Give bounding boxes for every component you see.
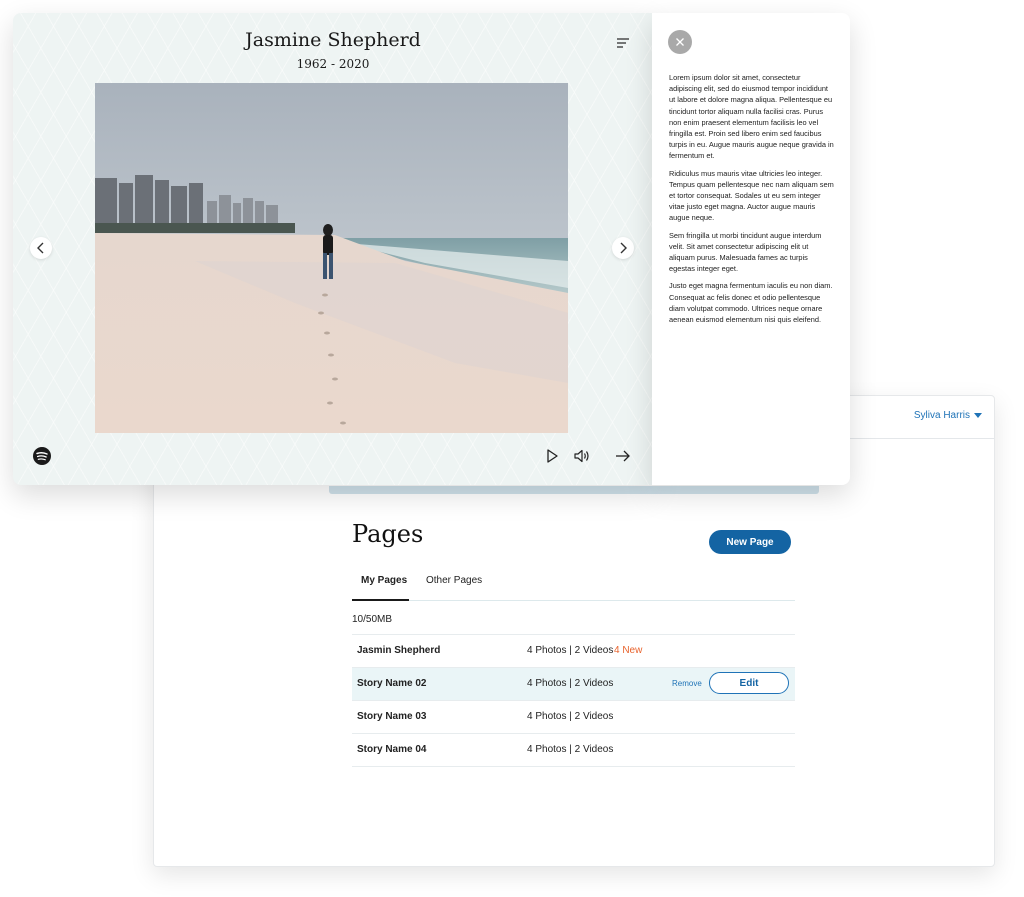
pages-tabs: My Pages Other Pages bbox=[352, 566, 795, 601]
volume-icon[interactable] bbox=[571, 445, 593, 467]
menu-icon[interactable] bbox=[613, 33, 633, 53]
list-item[interactable]: Story Name 03 4 Photos | 2 Videos bbox=[352, 700, 795, 733]
story-text: Lorem ipsum dolor sit amet, consectetur … bbox=[669, 72, 835, 331]
page-title: Pages bbox=[352, 520, 424, 548]
page-name: Story Name 04 bbox=[357, 744, 427, 755]
memorial-name: Jasmine Shepherd bbox=[245, 29, 421, 51]
close-icon[interactable] bbox=[668, 30, 692, 54]
story-info-panel: Lorem ipsum dolor sit amet, consectetur … bbox=[652, 13, 850, 485]
spotify-icon[interactable] bbox=[31, 445, 53, 467]
memorial-dates: 1962 - 2020 bbox=[296, 57, 370, 71]
user-name: Syliva Harris bbox=[913, 410, 970, 421]
play-icon[interactable] bbox=[541, 445, 563, 467]
banner-strip bbox=[329, 486, 819, 494]
list-item[interactable]: Jasmin Shepherd 4 Photos | 2 Videos 4 Ne… bbox=[352, 634, 795, 667]
chevron-left-icon[interactable] bbox=[30, 237, 52, 259]
story-paragraph: Sem fringilla ut morbi tincidunt augue i… bbox=[669, 230, 822, 274]
tab-other-pages[interactable]: Other Pages bbox=[426, 575, 482, 586]
page-media-count: 4 Photos | 2 Videos bbox=[527, 645, 614, 656]
story-paragraph: Ridiculus mus mauris vitae ultricies leo… bbox=[669, 168, 834, 223]
remove-link[interactable]: Remove bbox=[672, 679, 702, 688]
page-name: Story Name 03 bbox=[357, 711, 427, 722]
list-item[interactable]: Story Name 02 4 Photos | 2 Videos Remove… bbox=[352, 667, 795, 700]
active-tab-indicator bbox=[352, 599, 409, 601]
pages-list: Jasmin Shepherd 4 Photos | 2 Videos 4 Ne… bbox=[352, 634, 795, 767]
chevron-right-icon[interactable] bbox=[612, 237, 634, 259]
page-name: Jasmin Shepherd bbox=[357, 645, 441, 656]
caret-down-icon bbox=[974, 413, 982, 418]
beach-walk-photo bbox=[95, 83, 568, 433]
storage-usage: 10/50MB bbox=[352, 614, 393, 625]
arrow-right-icon[interactable] bbox=[612, 445, 634, 467]
memorial-viewer-window: Jasmine Shepherd 1962 - 2020 bbox=[13, 13, 653, 485]
tab-my-pages[interactable]: My Pages bbox=[361, 575, 407, 586]
user-menu[interactable]: Syliva Harris bbox=[914, 410, 982, 421]
list-item[interactable]: Story Name 04 4 Photos | 2 Videos bbox=[352, 733, 795, 767]
edit-button[interactable]: Edit bbox=[709, 672, 789, 694]
page-media-count: 4 Photos | 2 Videos bbox=[527, 678, 614, 689]
new-page-button[interactable]: New Page bbox=[709, 530, 791, 554]
story-paragraph: Justo eget magna fermentum iaculis eu no… bbox=[669, 281, 833, 325]
page-media-count: 4 Photos | 2 Videos bbox=[527, 744, 614, 755]
new-badge: 4 New bbox=[614, 645, 643, 656]
page-name: Story Name 02 bbox=[357, 678, 427, 689]
page-media-count: 4 Photos | 2 Videos bbox=[527, 711, 614, 722]
story-paragraph: Lorem ipsum dolor sit amet, consectetur … bbox=[669, 73, 834, 161]
